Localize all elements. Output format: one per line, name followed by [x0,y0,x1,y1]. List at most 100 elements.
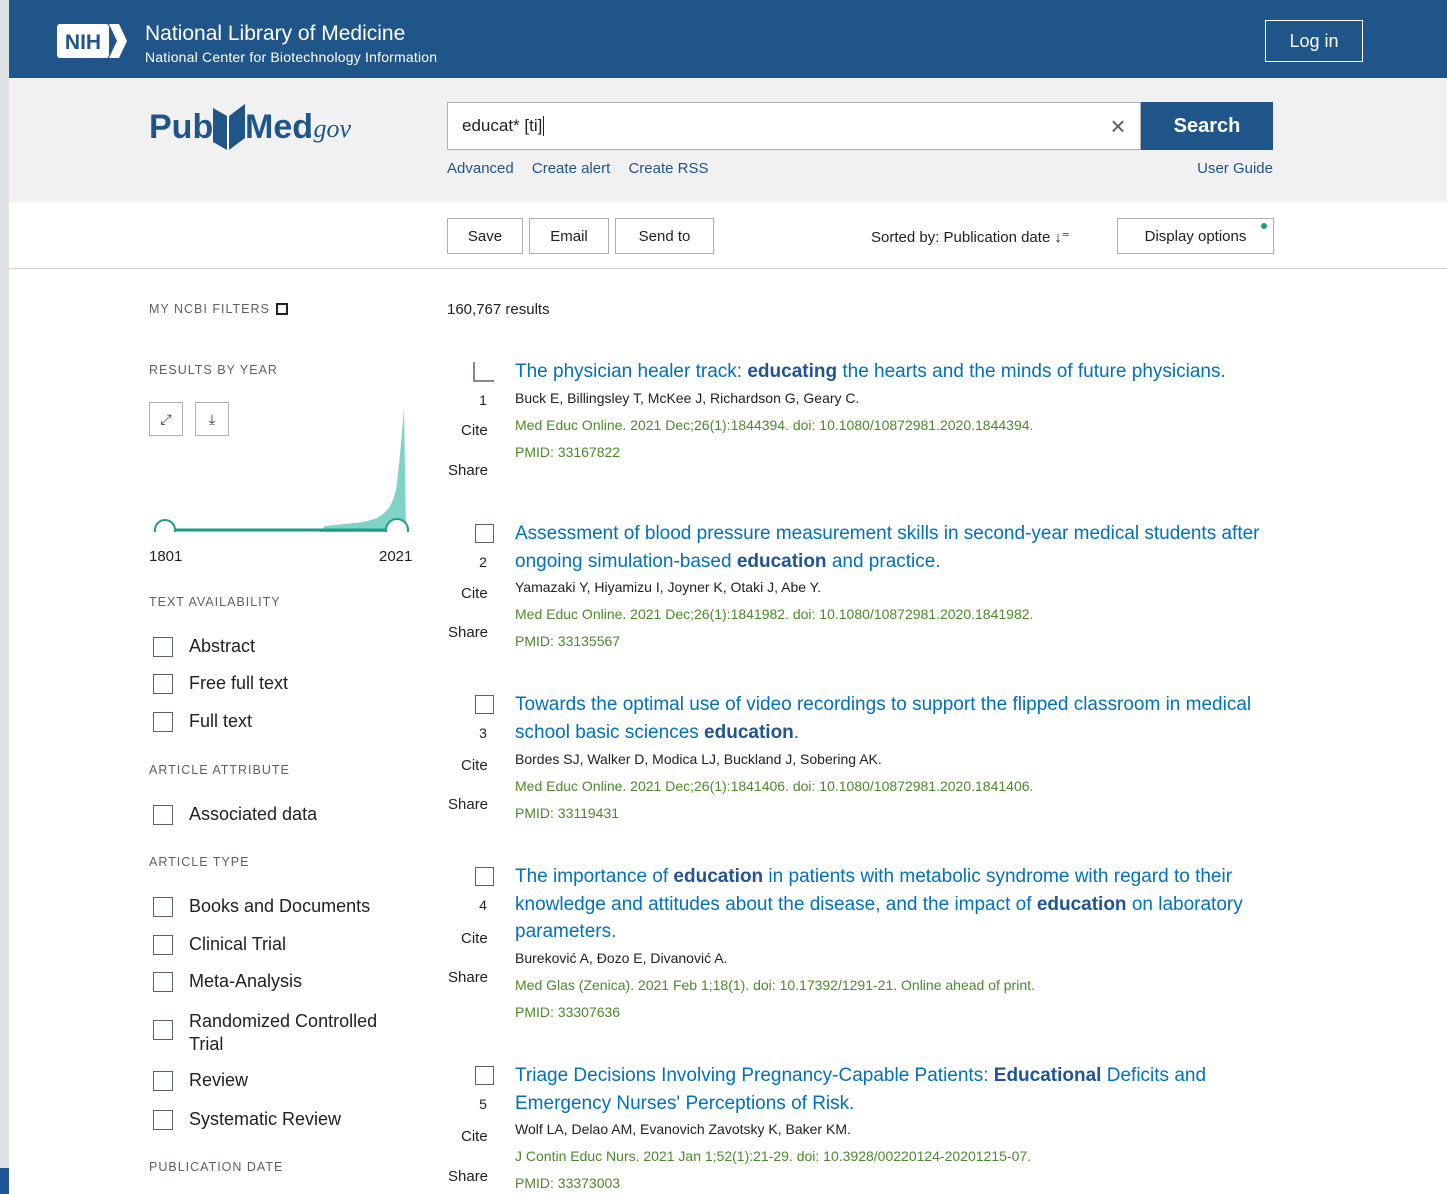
filter-free-full-text[interactable]: Free full text [153,673,288,694]
result-item: 1 Cite Share The physician healer track:… [447,358,1277,508]
nih-logo[interactable]: NIH [57,22,127,60]
highlighted-term: education [704,721,794,743]
my-ncbi-filters-label: MY NCBI FILTERS [149,302,270,316]
user-guide-link[interactable]: User Guide [1197,160,1273,177]
result-number: 3 [479,725,487,741]
result-authors: Wolf LA, Delao AM, Evanovich Zavotsky K,… [515,1121,851,1137]
result-checkbox[interactable] [475,524,494,543]
result-pmid: PMID: 33307636 [515,1004,621,1020]
histogram-bars [319,408,406,532]
filter-label: Review [189,1070,249,1090]
title-text: The physician healer track: [515,361,748,382]
sort-label: Sorted by: Publication date [871,229,1051,246]
filter-randomized-controlled-trial[interactable]: Randomized Controlled Trial [153,1010,383,1056]
create-rss-link[interactable]: Create RSS [628,160,708,177]
filter-meta-analysis[interactable]: Meta-Analysis [153,971,302,992]
search-button[interactable]: Search [1141,102,1273,150]
result-pmid: PMID: 33119431 [515,805,620,821]
search-query: educat* [ti] [462,116,543,135]
text-availability-heading: TEXT AVAILABILITY [149,595,281,609]
email-button[interactable]: Email [529,218,609,254]
save-button[interactable]: Save [447,218,523,254]
cite-button[interactable]: Cite [461,757,488,774]
checkbox[interactable] [153,1110,173,1130]
pubmed-logo-pub: Pub [149,108,214,146]
filter-label: Books and Documents [189,896,371,916]
cite-button[interactable]: Cite [461,585,488,602]
checkbox[interactable] [153,935,173,955]
filter-label: Associated data [189,804,318,824]
filter-clinical-trial[interactable]: Clinical Trial [153,934,286,955]
share-button[interactable]: Share [448,969,488,986]
display-options-button[interactable]: Display options [1117,218,1274,254]
send-to-button[interactable]: Send to [615,218,714,254]
ncbi-subtitle[interactable]: National Center for Biotechnology Inform… [145,49,437,65]
filter-abstract[interactable]: Abstract [153,636,255,657]
login-button[interactable]: Log in [1265,20,1363,62]
result-citation: Med Educ Online. 2021 Dec;26(1):1841406.… [515,778,1034,794]
cite-button[interactable]: Cite [461,930,488,947]
filter-label: Full text [189,711,253,731]
result-item: 2 Cite Share Assessment of blood pressur… [447,520,1277,670]
advanced-link[interactable]: Advanced [447,160,514,177]
checkbox[interactable] [153,805,173,825]
clear-icon[interactable]: × [1095,102,1141,150]
filter-associated-data[interactable]: Associated data [153,804,317,825]
search-input[interactable]: educat* [ti] [447,102,1141,150]
my-ncbi-filters-heading[interactable]: MY NCBI FILTERS [149,301,288,316]
search-section: Pub Med .gov educat* [ti] × Search Advan… [9,78,1447,203]
result-title[interactable]: The physician healer track: educating th… [515,358,1265,386]
cite-button[interactable]: Cite [461,422,488,439]
checkbox[interactable] [153,972,173,992]
highlighted-term: education [736,550,827,572]
external-link-icon [275,303,288,315]
nih-header: NIH National Library of Medicine Nationa… [9,0,1447,78]
filter-books-and-documents[interactable]: Books and Documents [153,896,370,917]
results-by-year-heading: RESULTS BY YEAR [149,363,278,377]
result-checkbox[interactable] [475,867,494,886]
result-citation: Med Educ Online. 2021 Dec;26(1):1844394.… [515,417,1034,433]
publication-date-heading: PUBLICATION DATE [149,1160,284,1174]
checkbox[interactable] [153,1071,173,1091]
sort-control[interactable]: Sorted by: Publication date ↓⁼ [871,228,1070,246]
result-authors: Bureković A, Đozo E, Divanović A. [515,950,728,966]
nlm-title[interactable]: National Library of Medicine [145,22,405,46]
result-pmid: PMID: 33373003 [515,1175,621,1191]
result-title[interactable]: The importance of education in patients … [515,863,1265,946]
share-button[interactable]: Share [448,462,488,479]
filter-review[interactable]: Review [153,1070,248,1091]
cite-button[interactable]: Cite [461,1128,488,1145]
result-title[interactable]: Towards the optimal use of video recordi… [515,691,1265,746]
highlighted-term: education [1036,893,1127,915]
browser-page: NIH National Library of Medicine Nationa… [9,0,1447,1194]
checkbox[interactable] [153,674,173,694]
filter-full-text[interactable]: Full text [153,711,252,732]
result-title[interactable]: Assessment of blood pressure measurement… [515,520,1265,575]
year-start-handle [154,519,176,532]
share-button[interactable]: Share [448,624,488,641]
create-alert-link[interactable]: Create alert [532,160,610,177]
share-button[interactable]: Share [448,796,488,813]
year-end-handle [385,518,409,532]
checkbox[interactable] [153,1020,173,1040]
results-by-year-histogram [154,408,409,532]
result-checkbox[interactable] [475,695,494,714]
result-checkbox-partial[interactable] [473,362,495,384]
text-cursor [543,116,545,136]
checkbox[interactable] [153,897,173,917]
title-text: Towards the optimal use of video recordi… [515,694,1252,743]
result-title[interactable]: Triage Decisions Involving Pregnancy-Cap… [515,1062,1265,1117]
filter-systematic-review[interactable]: Systematic Review [153,1109,341,1130]
article-attribute-heading: ARTICLE ATTRIBUTE [149,763,290,777]
filter-label: Randomized Controlled Trial [189,1011,378,1054]
search-links: Advanced Create alert Create RSS [447,160,722,177]
checkbox[interactable] [153,712,173,732]
active-dot-icon [1261,223,1267,229]
share-button[interactable]: Share [448,1168,488,1185]
result-authors: Buck E, Billingsley T, McKee J, Richards… [515,390,860,406]
result-checkbox[interactable] [475,1066,494,1085]
pubmed-logo[interactable]: Pub Med .gov [149,94,369,154]
results-count: 160,767 results [447,301,550,318]
display-options-label: Display options [1144,227,1247,245]
checkbox[interactable] [153,637,173,657]
